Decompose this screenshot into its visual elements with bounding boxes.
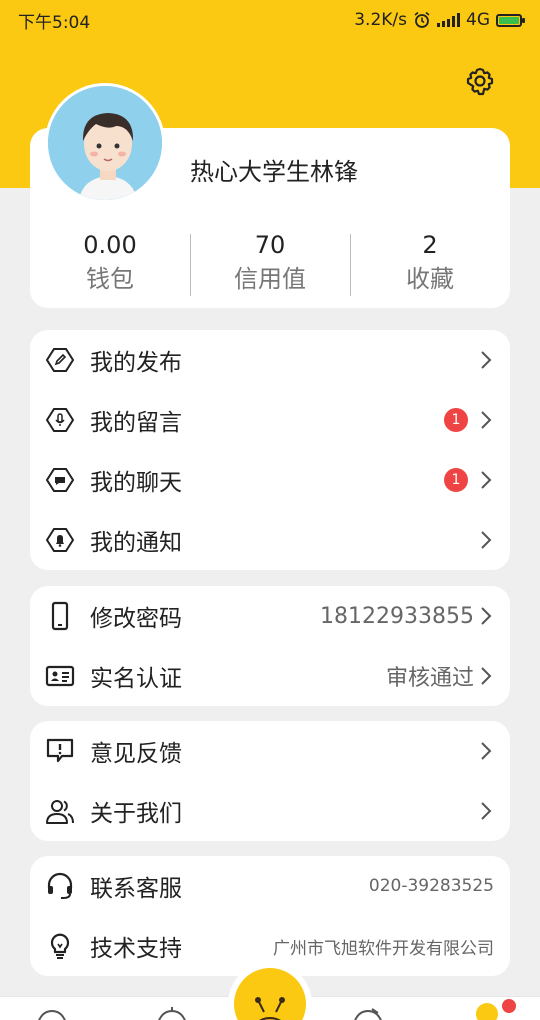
feedback-icon bbox=[44, 735, 76, 767]
chevron-right-icon bbox=[478, 529, 494, 551]
bell-hexagon-icon bbox=[44, 524, 76, 556]
menu-item-about-us[interactable]: 关于我们 bbox=[30, 781, 510, 841]
menu-item-change-password[interactable]: 修改密码 18122933855 bbox=[30, 586, 510, 646]
menu-item-feedback[interactable]: 意见反馈 bbox=[30, 721, 510, 781]
status-indicators: 3.2K/s 4G bbox=[354, 10, 525, 30]
menu-item-real-name-verification[interactable]: 实名认证 审核通过 bbox=[30, 646, 510, 706]
menu-item-my-chats[interactable]: 我的聊天 1 bbox=[30, 450, 510, 510]
menu-item-my-notifications[interactable]: 我的通知 bbox=[30, 510, 510, 570]
menu-item-label: 我的聊天 bbox=[90, 470, 182, 496]
service-phone: 020-39283525 bbox=[368, 876, 494, 896]
stat-favorites[interactable]: 2 收藏 bbox=[350, 228, 510, 300]
edit-hexagon-icon bbox=[44, 344, 76, 376]
verification-status: 审核通过 bbox=[385, 666, 474, 691]
chevron-right-icon bbox=[478, 409, 494, 431]
settings-button[interactable] bbox=[462, 64, 498, 100]
menu-item-label: 我的留言 bbox=[90, 410, 182, 436]
menu-item-label: 实名认证 bbox=[90, 666, 182, 692]
username: 热心大学生林锋 bbox=[190, 158, 358, 186]
stat-label: 钱包 bbox=[86, 265, 134, 293]
menu-item-label: 我的发布 bbox=[90, 350, 182, 376]
chevron-right-icon bbox=[478, 349, 494, 371]
alarm-icon bbox=[414, 11, 430, 28]
stat-value: 70 bbox=[254, 231, 286, 259]
menu-item-label: 联系客服 bbox=[90, 876, 182, 902]
tab-home-icon[interactable] bbox=[36, 1007, 68, 1020]
avatar[interactable] bbox=[45, 83, 165, 203]
support-menu-card: 联系客服 020-39283525 技术支持 广州市飞旭软件开发有限公司 bbox=[30, 856, 510, 976]
tab-profile-icon[interactable] bbox=[476, 1003, 498, 1020]
account-menu-card: 修改密码 18122933855 实名认证 审核通过 bbox=[30, 586, 510, 706]
stat-value: 2 bbox=[422, 231, 438, 259]
stat-wallet[interactable]: 0.00 钱包 bbox=[30, 228, 190, 300]
stat-label: 收藏 bbox=[406, 265, 454, 293]
settings-gear-icon bbox=[466, 67, 494, 96]
menu-item-my-posts[interactable]: 我的发布 bbox=[30, 330, 510, 390]
bulb-icon bbox=[44, 930, 76, 962]
users-icon bbox=[44, 795, 76, 827]
chevron-right-icon bbox=[478, 665, 494, 687]
bee-mascot-icon bbox=[234, 968, 306, 1020]
stat-credit[interactable]: 70 信用值 bbox=[190, 228, 350, 300]
menu-item-my-comments[interactable]: 我的留言 1 bbox=[30, 390, 510, 450]
profile-stats: 0.00 钱包 70 信用值 2 收藏 bbox=[30, 228, 510, 300]
menu-item-label: 意见反馈 bbox=[90, 741, 182, 767]
menu-item-label: 关于我们 bbox=[90, 801, 182, 827]
phone-icon bbox=[44, 600, 76, 632]
status-bar: 下午5:04 3.2K/s 4G bbox=[0, 0, 540, 40]
support-company: 广州市飞旭软件开发有限公司 bbox=[273, 938, 494, 959]
status-time: 下午5:04 bbox=[18, 12, 91, 33]
menu-item-customer-service[interactable]: 联系客服 020-39283525 bbox=[30, 856, 510, 916]
network-speed: 3.2K/s bbox=[354, 10, 407, 30]
tab-discover-icon[interactable] bbox=[156, 1007, 188, 1020]
unread-badge: 1 bbox=[444, 468, 468, 492]
tab-message-icon[interactable] bbox=[352, 1007, 384, 1020]
chevron-right-icon bbox=[478, 605, 494, 627]
stat-value: 0.00 bbox=[83, 231, 137, 259]
menu-item-label: 修改密码 bbox=[90, 606, 182, 632]
id-card-icon bbox=[44, 660, 76, 692]
phone-number: 18122933855 bbox=[320, 603, 474, 629]
stat-label: 信用值 bbox=[234, 265, 306, 293]
headset-icon bbox=[44, 870, 76, 902]
menu-item-label: 技术支持 bbox=[90, 936, 182, 962]
battery-icon bbox=[496, 13, 525, 27]
signal-icon bbox=[437, 13, 460, 27]
activity-menu-card: 我的发布 我的留言 1 我的聊天 1 我的通知 bbox=[30, 330, 510, 570]
unread-badge: 1 bbox=[444, 408, 468, 432]
network-type: 4G bbox=[466, 10, 490, 30]
chat-hexagon-icon bbox=[44, 464, 76, 496]
chevron-right-icon bbox=[478, 800, 494, 822]
mic-hexagon-icon bbox=[44, 404, 76, 436]
info-menu-card: 意见反馈 关于我们 bbox=[30, 721, 510, 841]
menu-item-label: 我的通知 bbox=[90, 530, 182, 556]
tab-profile-dot bbox=[502, 999, 516, 1013]
chevron-right-icon bbox=[478, 469, 494, 491]
chevron-right-icon bbox=[478, 740, 494, 762]
